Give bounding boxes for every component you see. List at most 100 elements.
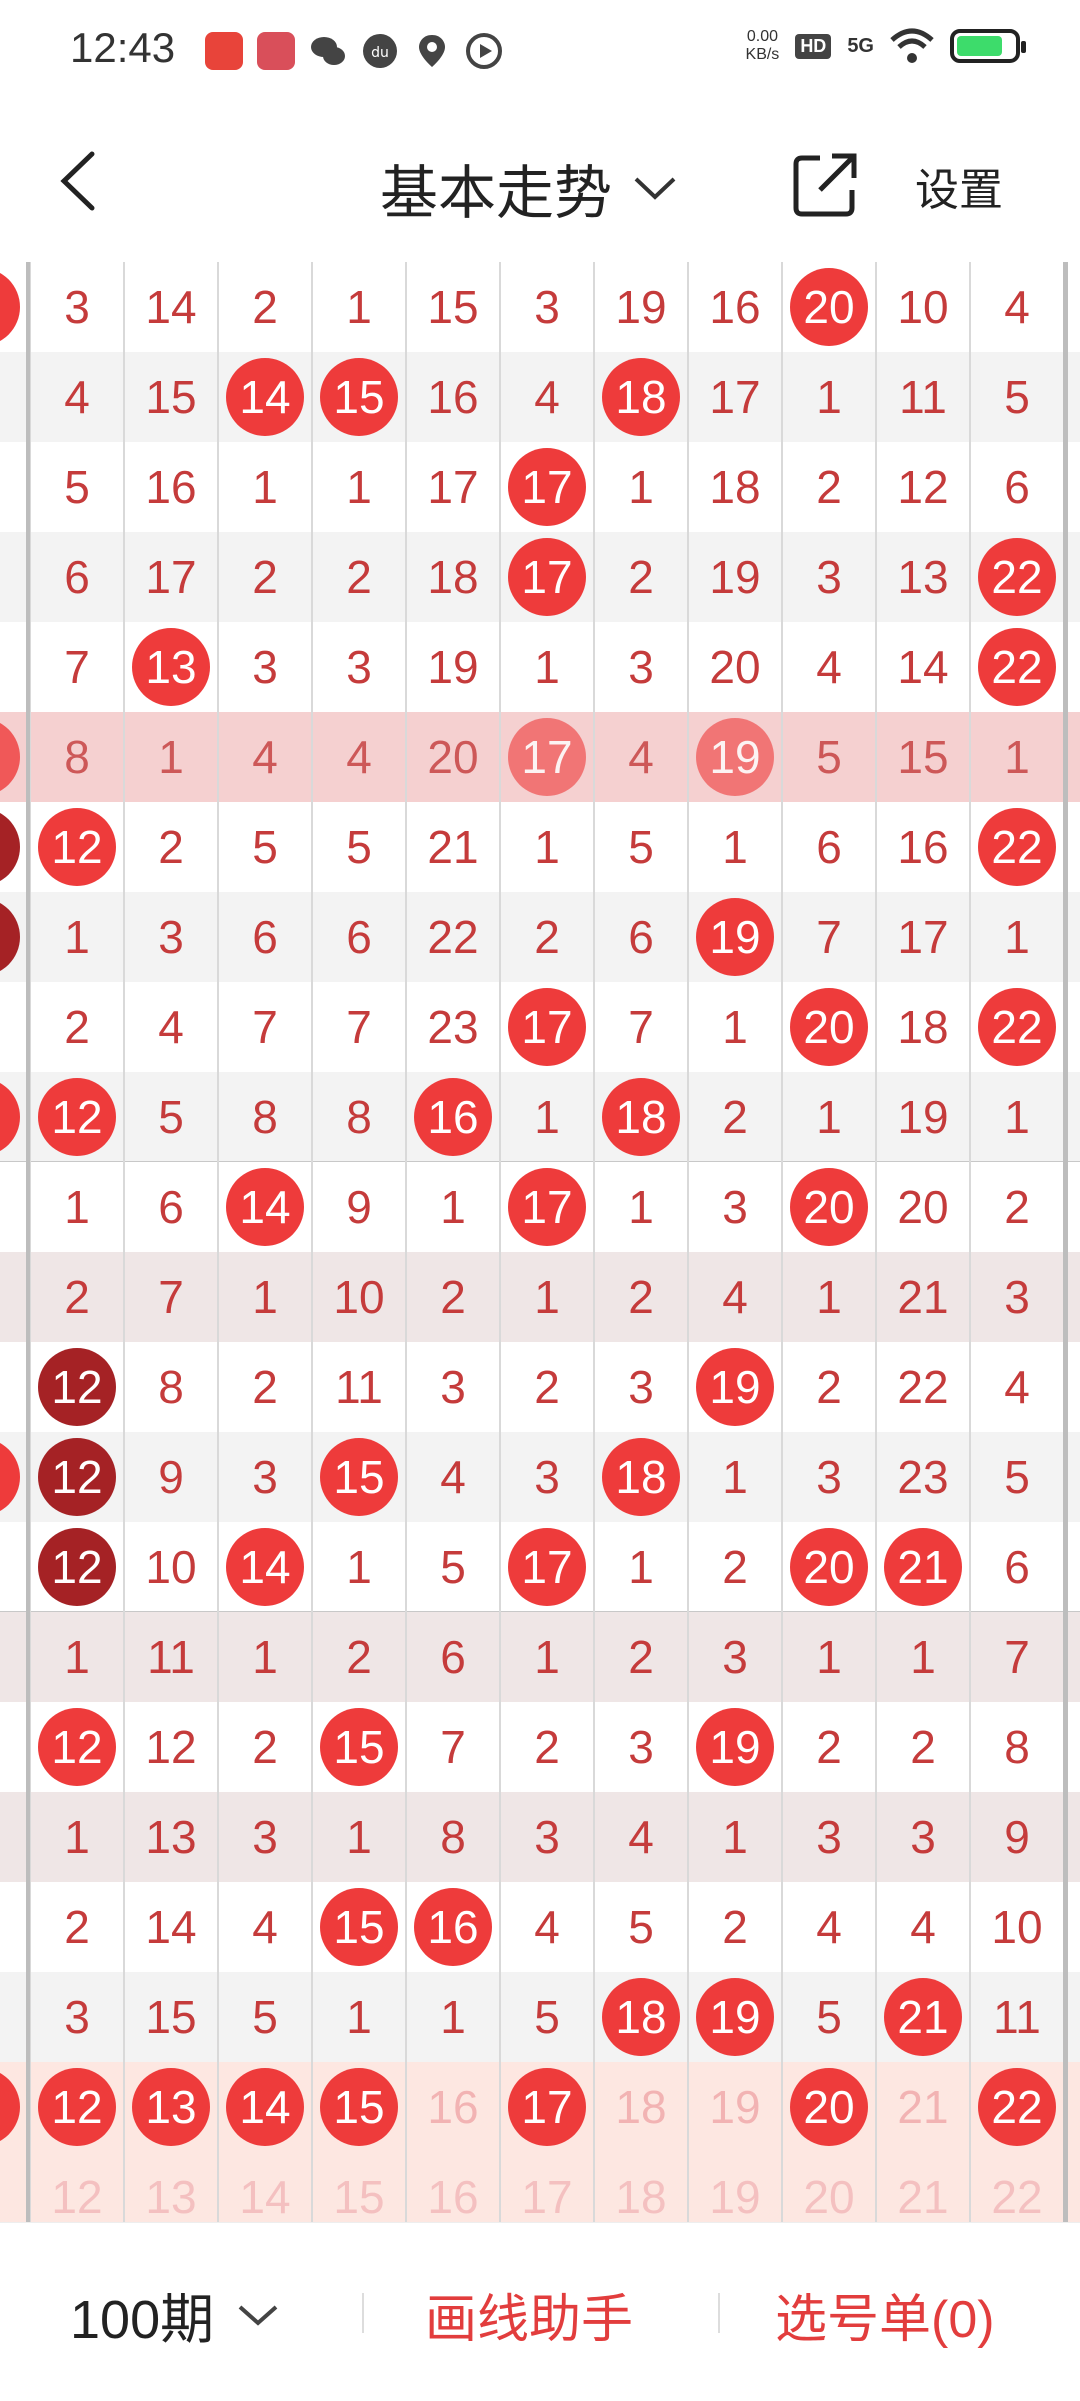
trend-cell[interactable]: 15 bbox=[312, 2152, 406, 2222]
trend-cell[interactable]: 18 bbox=[406, 532, 500, 622]
trend-cell[interactable]: 18 bbox=[594, 1432, 688, 1522]
trend-cell[interactable]: 6 bbox=[970, 1522, 1064, 1612]
trend-cell[interactable]: 3 bbox=[30, 1972, 124, 2062]
trend-cell[interactable]: 10 bbox=[970, 1882, 1064, 1972]
trend-cell[interactable]: 7 bbox=[312, 982, 406, 1072]
trend-cell[interactable]: 2 bbox=[594, 532, 688, 622]
trend-cell[interactable]: 2 bbox=[124, 802, 218, 892]
trend-cell[interactable]: 7 bbox=[782, 892, 876, 982]
trend-cell[interactable]: 1 bbox=[312, 1792, 406, 1882]
trend-cell[interactable]: 15 bbox=[312, 352, 406, 442]
trend-cell[interactable]: 9 bbox=[312, 1162, 406, 1252]
trend-cell[interactable]: 11 bbox=[970, 1972, 1064, 2062]
trend-cell[interactable]: 4 bbox=[124, 982, 218, 1072]
trend-cell[interactable]: 17 bbox=[876, 892, 970, 982]
trend-cell[interactable]: 4 bbox=[782, 1882, 876, 1972]
trend-cell[interactable]: 15 bbox=[312, 1882, 406, 1972]
trend-cell[interactable]: 1 bbox=[782, 1612, 876, 1702]
trend-cell[interactable]: 21 bbox=[876, 2152, 970, 2222]
trend-cell[interactable]: 5 bbox=[218, 802, 312, 892]
trend-cell[interactable]: 4 bbox=[688, 1252, 782, 1342]
trend-cell[interactable]: 12 bbox=[30, 1072, 124, 1162]
trend-cell[interactable]: 8 bbox=[124, 1342, 218, 1432]
trend-cell[interactable]: 12 bbox=[30, 2062, 124, 2152]
trend-cell[interactable]: 22 bbox=[406, 892, 500, 982]
trend-cell[interactable]: 1 bbox=[688, 982, 782, 1072]
trend-cell[interactable]: 6 bbox=[782, 802, 876, 892]
share-icon[interactable] bbox=[790, 148, 862, 220]
trend-cell[interactable]: 1 bbox=[124, 712, 218, 802]
trend-cell[interactable]: 16 bbox=[124, 442, 218, 532]
trend-cell[interactable]: 6 bbox=[218, 892, 312, 982]
trend-cell[interactable]: 23 bbox=[876, 1432, 970, 1522]
trend-cell[interactable]: 15 bbox=[406, 262, 500, 352]
trend-cell[interactable]: 3 bbox=[500, 1792, 594, 1882]
trend-cell[interactable]: 22 bbox=[970, 982, 1064, 1072]
trend-cell[interactable]: 2 bbox=[312, 1612, 406, 1702]
trend-cell[interactable]: 19 bbox=[688, 1342, 782, 1432]
trend-cell[interactable]: 9 bbox=[970, 1792, 1064, 1882]
trend-cell[interactable]: 4 bbox=[970, 262, 1064, 352]
trend-cell[interactable]: 14 bbox=[218, 2152, 312, 2222]
trend-cell[interactable]: 7 bbox=[970, 1612, 1064, 1702]
trend-cell[interactable]: 17 bbox=[500, 442, 594, 532]
trend-cell[interactable]: 1 bbox=[782, 352, 876, 442]
trend-cell[interactable]: 20 bbox=[406, 712, 500, 802]
trend-cell[interactable]: 19 bbox=[688, 892, 782, 982]
trend-cell[interactable]: 8 bbox=[970, 1702, 1064, 1792]
trend-cell[interactable]: 1 bbox=[594, 442, 688, 532]
trend-cell[interactable]: 8 bbox=[406, 1792, 500, 1882]
trend-cell[interactable]: 10 bbox=[312, 1252, 406, 1342]
trend-cell[interactable]: 16 bbox=[406, 2152, 500, 2222]
trend-cell[interactable]: 1 bbox=[500, 802, 594, 892]
trend-cell[interactable]: 1 bbox=[970, 1072, 1064, 1162]
trend-cell[interactable]: 18 bbox=[688, 442, 782, 532]
trend-cell[interactable]: 3 bbox=[688, 1162, 782, 1252]
trend-cell[interactable]: 1 bbox=[406, 1972, 500, 2062]
trend-cell[interactable]: 9 bbox=[124, 1432, 218, 1522]
trend-cell[interactable]: 19 bbox=[406, 622, 500, 712]
trend-cell[interactable]: 2 bbox=[782, 1342, 876, 1432]
trend-cell[interactable]: 2 bbox=[500, 1342, 594, 1432]
trend-cell[interactable]: 2 bbox=[218, 532, 312, 622]
trend-cell[interactable]: 7 bbox=[218, 982, 312, 1072]
trend-cell[interactable]: 6 bbox=[406, 1612, 500, 1702]
trend-cell[interactable]: 10 bbox=[124, 1522, 218, 1612]
trend-cell[interactable]: 3 bbox=[312, 622, 406, 712]
trend-cell[interactable]: 1 bbox=[688, 1432, 782, 1522]
trend-cell[interactable]: 4 bbox=[500, 352, 594, 442]
trend-cell[interactable]: 6 bbox=[312, 892, 406, 982]
trend-cell[interactable]: 15 bbox=[876, 712, 970, 802]
trend-cell[interactable]: 2 bbox=[594, 1612, 688, 1702]
trend-cell[interactable]: 4 bbox=[782, 622, 876, 712]
trend-cell[interactable]: 13 bbox=[124, 2152, 218, 2222]
trend-cell[interactable]: 12 bbox=[30, 802, 124, 892]
trend-cell[interactable]: 11 bbox=[124, 1612, 218, 1702]
back-arrow-icon[interactable] bbox=[50, 148, 110, 214]
trend-cell[interactable]: 16 bbox=[876, 802, 970, 892]
trend-cell[interactable]: 21 bbox=[406, 802, 500, 892]
trend-cell[interactable]: 4 bbox=[876, 1882, 970, 1972]
trend-cell[interactable]: 3 bbox=[594, 1342, 688, 1432]
trend-cell[interactable]: 3 bbox=[30, 262, 124, 352]
trend-cell[interactable]: 15 bbox=[312, 1702, 406, 1792]
trend-cell[interactable]: 14 bbox=[876, 622, 970, 712]
trend-cell[interactable]: 3 bbox=[970, 1252, 1064, 1342]
trend-cell[interactable]: 1 bbox=[500, 1252, 594, 1342]
trend-cell[interactable]: 18 bbox=[594, 1972, 688, 2062]
trend-cell[interactable]: 3 bbox=[782, 532, 876, 622]
trend-cell[interactable]: 21 bbox=[876, 2062, 970, 2152]
trend-cell[interactable]: 20 bbox=[782, 982, 876, 1072]
trend-cell[interactable]: 1 bbox=[218, 1252, 312, 1342]
trend-cell[interactable]: 4 bbox=[594, 1792, 688, 1882]
trend-cell[interactable]: 3 bbox=[594, 622, 688, 712]
trend-cell[interactable]: 19 bbox=[876, 1072, 970, 1162]
trend-cell[interactable]: 14 bbox=[124, 1882, 218, 1972]
trend-cell[interactable]: 1 bbox=[782, 1072, 876, 1162]
trend-cell[interactable]: 18 bbox=[594, 2152, 688, 2222]
trend-cell[interactable]: 17 bbox=[500, 1522, 594, 1612]
trend-cell[interactable]: 6 bbox=[30, 532, 124, 622]
trend-cell[interactable]: 16 bbox=[406, 1882, 500, 1972]
trend-cell[interactable]: 12 bbox=[876, 442, 970, 532]
trend-cell[interactable]: 19 bbox=[688, 532, 782, 622]
